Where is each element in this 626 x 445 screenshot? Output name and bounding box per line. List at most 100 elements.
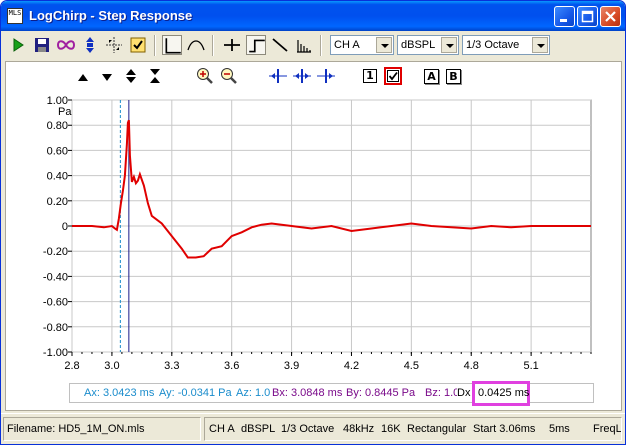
x-tick-label: 4.5: [404, 360, 419, 372]
run-button[interactable]: [8, 35, 28, 55]
y-tick-label: -0.40: [43, 271, 68, 283]
status-start: Start 3.06ms: [473, 423, 536, 435]
x-tick-label: 4.8: [464, 360, 479, 372]
waterfall-icon: [297, 40, 311, 53]
y-tick-label: 0.40: [47, 171, 68, 183]
y-tick-label: -0.60: [43, 297, 68, 309]
checkmark-icon: [387, 70, 399, 82]
toolbar-separator: [212, 35, 214, 56]
title-bar[interactable]: MLS LogChirp - Step Response: [1, 1, 625, 31]
y-tick-label: 0.80: [47, 120, 68, 132]
status-window: Rectangular: [407, 423, 467, 435]
unit-select-value: dBSPL: [401, 39, 436, 51]
readout-az: Az: 1.0: [236, 387, 271, 399]
x-tick-label: 5.1: [523, 360, 538, 372]
readout-dx-label: Dx: [457, 387, 471, 399]
chevron-down-icon[interactable]: [441, 37, 457, 53]
y-tick-label: 0.20: [47, 196, 68, 208]
axis-linear-button[interactable]: [162, 35, 182, 55]
compress-vertical-icon[interactable]: [148, 68, 162, 84]
save-button[interactable]: [32, 35, 52, 55]
cursor-both-icon[interactable]: [292, 68, 312, 84]
close-button[interactable]: [600, 6, 621, 27]
triangle-down-icon[interactable]: [100, 70, 114, 84]
status-rate: 48kHz: [343, 423, 375, 435]
status-bar: Filename: HD5_1M_ON.mls CH A dBSPL 1/3 O…: [1, 413, 625, 444]
readout-by: By: 0.8445 Pa: [346, 387, 416, 399]
maximize-button[interactable]: [577, 6, 598, 27]
cursor-right-icon[interactable]: [316, 68, 336, 84]
minimize-icon: [560, 19, 567, 22]
overlay-checkbox[interactable]: [384, 67, 402, 85]
x-tick-label: 2.8: [64, 360, 79, 372]
floppy-disk-icon: [35, 38, 49, 52]
crosshair-arrows-icon: [106, 37, 122, 53]
step-response-chart[interactable]: 1.000.800.600.400.200-0.20-0.40-0.60-0.8…: [6, 92, 621, 410]
y-unit-label: Pa: [58, 106, 72, 118]
dx-highlight: 0.0425 ms: [472, 381, 530, 406]
chevron-down-icon[interactable]: [532, 37, 548, 53]
y-tick-label: 0.60: [47, 145, 68, 157]
x-tick-label: 3.3: [164, 360, 179, 372]
decay-button[interactable]: [270, 35, 290, 55]
readout-ay: Ay: -0.0341 Pa: [159, 387, 232, 399]
curve-icon: [187, 40, 205, 51]
graph-panel: 1 A B 1.00 0.80 0.60 0.40 0.20 0 -0.20 -0.40 -0.…: [5, 61, 622, 411]
expand-vertical-icon[interactable]: [124, 68, 138, 84]
readout-dx-value: 0.0425 ms: [478, 387, 530, 399]
unit-select[interactable]: dBSPL: [397, 35, 459, 55]
cursor-b-button[interactable]: B: [446, 69, 461, 84]
toolbar: CH A dBSPL 1/3 Octave: [4, 32, 622, 59]
zoom-out-icon[interactable]: [220, 67, 238, 85]
status-filename: Filename: HD5_1M_ON.mls: [7, 423, 145, 435]
checklist-icon: [130, 37, 146, 53]
status-duration: 5ms: [549, 423, 570, 435]
y-tick-label: -0.20: [43, 246, 68, 258]
zoom-in-icon[interactable]: [196, 67, 214, 85]
close-icon: [605, 11, 616, 22]
window-title: LogChirp - Step Response: [29, 8, 193, 23]
minimize-button[interactable]: [554, 6, 575, 27]
status-channel: CH A: [209, 423, 235, 435]
readout-bz: Bz: 1.0: [425, 387, 457, 399]
trace-number-box[interactable]: 1: [363, 69, 377, 83]
play-icon: [13, 38, 24, 52]
y-axis-ticks: 1.000.800.600.400.200-0.20-0.40-0.60-0.8…: [43, 95, 72, 359]
vertical-arrows-icon: [86, 37, 94, 53]
cursor-tool-button[interactable]: [104, 35, 124, 55]
impulse-button[interactable]: [222, 35, 242, 55]
x-tick-label: 3.9: [284, 360, 299, 372]
x-axis-ticks: 2.8 3.0 3.3 3.6 3.9 4.2 4.5 4.8 5.1: [64, 352, 592, 372]
x-tick-label: 3.6: [224, 360, 239, 372]
loop-button[interactable]: [56, 35, 76, 55]
triangle-up-icon[interactable]: [76, 70, 90, 84]
channel-select-value: CH A: [334, 39, 360, 51]
cursor-left-icon[interactable]: [268, 68, 288, 84]
status-freq: FreqL: [593, 423, 621, 435]
readout-ax: Ax: 3.0423 ms: [84, 387, 155, 399]
x-tick-label: 4.2: [344, 360, 359, 372]
status-smoothing: 1/3 Octave: [281, 423, 335, 435]
channel-select[interactable]: CH A: [330, 35, 394, 55]
smoothing-select-value: 1/3 Octave: [466, 39, 520, 51]
infinity-icon: [56, 40, 76, 50]
scale-vertical-button[interactable]: [80, 35, 100, 55]
maximize-icon: [581, 10, 594, 23]
y-tick-label: -0.80: [43, 322, 68, 334]
x-tick-label: 3.0: [104, 360, 119, 372]
decay-icon: [272, 38, 288, 52]
axis-icon: [165, 38, 181, 54]
status-unit: dBSPL: [241, 423, 276, 435]
curve-button[interactable]: [186, 35, 206, 55]
options-button[interactable]: [128, 35, 148, 55]
y-tick-label: 0: [62, 221, 68, 233]
step-icon: [249, 39, 265, 53]
cursor-a-button[interactable]: A: [424, 69, 439, 84]
y-tick-label: -1.00: [43, 347, 68, 359]
toolbar-separator: [154, 35, 156, 56]
smoothing-select[interactable]: 1/3 Octave: [462, 35, 550, 55]
waterfall-button[interactable]: [294, 35, 314, 55]
chevron-down-icon[interactable]: [376, 37, 392, 53]
app-icon: MLS: [7, 8, 23, 24]
step-response-button[interactable]: [246, 35, 266, 55]
